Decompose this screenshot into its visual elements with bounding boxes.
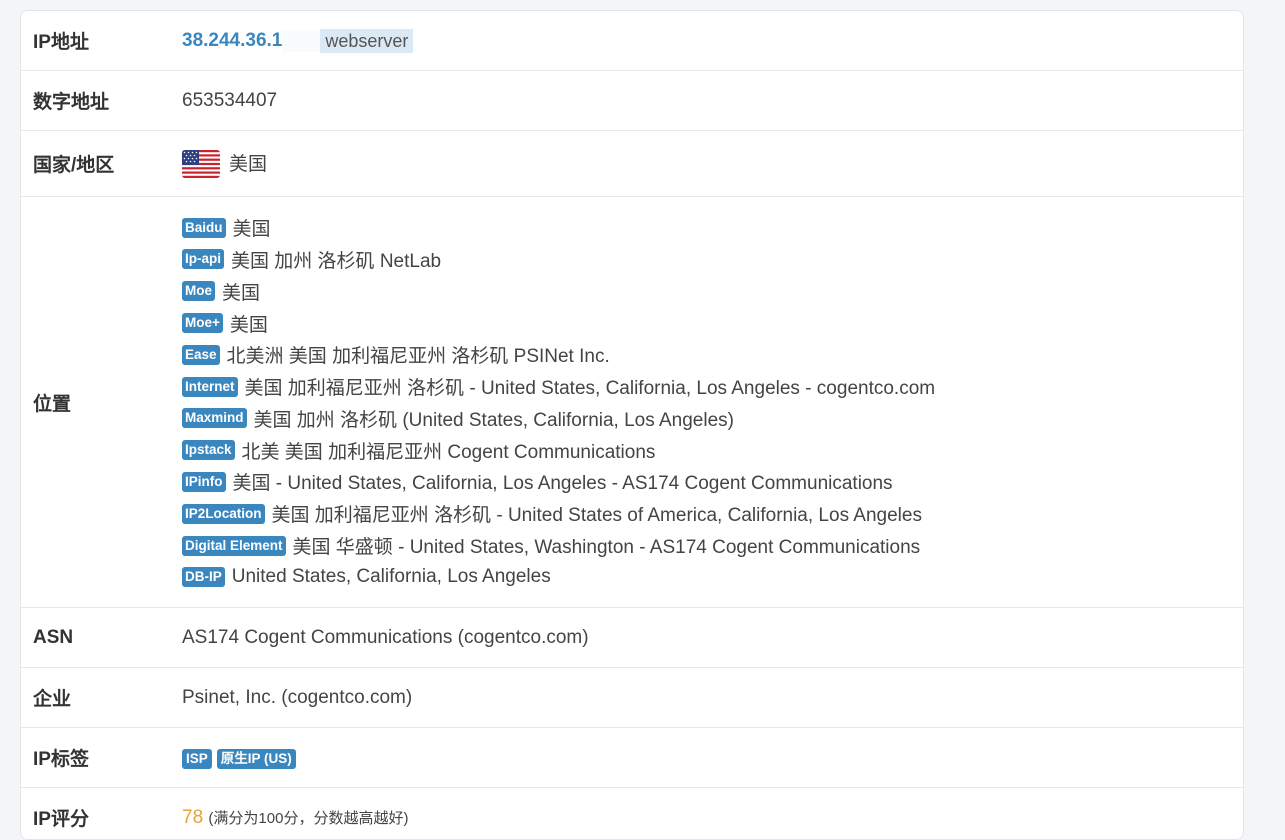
- ip-score-value: 78 (满分为100分，分数越高越好): [171, 788, 1243, 840]
- location-item-db-ip: DB-IP United States, California, Los Ange…: [182, 561, 1242, 593]
- location-text: 北美 美国 加利福尼亚州 Cogent Communications: [242, 437, 656, 464]
- location-text: 美国 - United States, California, Los Ange…: [233, 468, 893, 495]
- tag-badge-isp: ISP: [182, 749, 212, 769]
- location-text: 美国: [222, 278, 260, 305]
- location-text: 美国: [230, 310, 268, 337]
- source-badge-moe-plus: Moe+: [182, 313, 223, 333]
- location-list: Baidu 美国 Ip-api 美国 加州 洛杉矶 NetLab Moe 美国 Moe…: [171, 197, 1243, 608]
- source-badge-ipstack: Ipstack: [182, 440, 235, 460]
- score-number: 78: [182, 807, 203, 828]
- ip-info-table: IP地址 38.244.36.1 webserver 数字地址 653534407…: [21, 11, 1243, 840]
- location-text: 美国: [233, 214, 271, 241]
- ip-address-value: 38.244.36.1 webserver: [171, 11, 1243, 71]
- location-item-moe: Moe 美国: [182, 275, 1242, 307]
- organization-value: Psinet, Inc. (cogentco.com): [171, 668, 1243, 728]
- ip-info-card: IP地址 38.244.36.1 webserver 数字地址 653534407…: [20, 10, 1244, 840]
- asn-label: ASN: [21, 608, 171, 668]
- row-ip-score: IP评分 78 (满分为100分，分数越高越好): [21, 788, 1243, 840]
- country-value: 美国: [229, 154, 267, 175]
- row-location: 位置 Baidu 美国 Ip-api 美国 加州 洛杉矶 NetLab Moe 美国 …: [21, 197, 1243, 608]
- tag-badge-native-ip: 原生IP (US): [217, 749, 296, 769]
- row-asn: ASN AS174 Cogent Communications (cogentc…: [21, 608, 1243, 668]
- location-item-baidu: Baidu 美国: [182, 212, 1242, 244]
- location-text: 美国 加州 洛杉矶 NetLab: [231, 246, 441, 273]
- source-badge-ip2location: IP2Location: [182, 504, 265, 524]
- ip-tags-label: IP标签: [21, 728, 171, 788]
- location-item-internet: Internet 美国 加利福尼亚州 洛杉矶 - United States, C…: [182, 371, 1242, 403]
- location-item-ipinfo: IPinfo 美国 - United States, California, Lo…: [182, 466, 1242, 498]
- location-item-ipstack: Ipstack 北美 美国 加利福尼亚州 Cogent Communication…: [182, 434, 1242, 466]
- location-label: 位置: [21, 197, 171, 608]
- location-text: 美国 华盛顿 - United States, Washington - AS1…: [293, 532, 921, 559]
- row-ip-address: IP地址 38.244.36.1 webserver: [21, 11, 1243, 71]
- source-badge-maxmind: Maxmind: [182, 408, 247, 428]
- source-badge-ease: Ease: [182, 345, 220, 365]
- location-text: 美国 加利福尼亚州 洛杉矶 - United States of America…: [272, 500, 922, 527]
- location-text: 北美洲 美国 加利福尼亚州 洛杉矶 PSINet Inc.: [227, 341, 610, 368]
- ip-address-label: IP地址: [21, 11, 171, 71]
- source-badge-internet: Internet: [182, 377, 238, 397]
- location-item-digital-element: Digital Element 美国 华盛顿 - United States, W…: [182, 530, 1242, 562]
- score-note: (满分为100分，分数越高越好): [208, 810, 408, 827]
- source-badge-db-ip: DB-IP: [182, 567, 225, 587]
- ip-address-link[interactable]: 38.244.36.1: [182, 30, 282, 51]
- row-ip-tags: IP标签 ISP原生IP (US): [21, 728, 1243, 788]
- ip-score-label: IP评分: [21, 788, 171, 840]
- location-text: United States, California, Los Angeles: [232, 566, 551, 588]
- us-flag-icon: [182, 150, 220, 178]
- ip-redaction: [282, 30, 320, 52]
- organization-label: 企业: [21, 668, 171, 728]
- location-item-ease: Ease 北美洲 美国 加利福尼亚州 洛杉矶 PSINet Inc.: [182, 339, 1242, 371]
- source-badge-moe: Moe: [182, 281, 215, 301]
- source-badge-ip-api: Ip-api: [182, 249, 224, 269]
- source-badge-digital-element: Digital Element: [182, 536, 286, 556]
- location-text: 美国 加利福尼亚州 洛杉矶 - United States, Californi…: [245, 373, 936, 400]
- row-organization: 企业 Psinet, Inc. (cogentco.com): [21, 668, 1243, 728]
- location-item-moe-plus: Moe+ 美国: [182, 307, 1242, 339]
- ip-tags-value: ISP原生IP (US): [171, 728, 1243, 788]
- country-value-cell: 美国: [171, 131, 1243, 197]
- numeric-address-label: 数字地址: [21, 71, 171, 131]
- location-text: 美国 加州 洛杉矶 (United States, California, Lo…: [254, 405, 734, 432]
- source-badge-baidu: Baidu: [182, 218, 226, 238]
- row-country: 国家/地区: [21, 131, 1243, 197]
- location-item-ip2location: IP2Location 美国 加利福尼亚州 洛杉矶 - United States…: [182, 498, 1242, 530]
- country-label: 国家/地区: [21, 131, 171, 197]
- location-item-maxmind: Maxmind 美国 加州 洛杉矶 (United States, Califor…: [182, 403, 1242, 435]
- row-numeric-address: 数字地址 653534407: [21, 71, 1243, 131]
- numeric-address-value: 653534407: [171, 71, 1243, 131]
- asn-value: AS174 Cogent Communications (cogentco.co…: [171, 608, 1243, 668]
- source-badge-ipinfo: IPinfo: [182, 472, 226, 492]
- location-item-ip-api: Ip-api 美国 加州 洛杉矶 NetLab: [182, 244, 1242, 276]
- hostname-tag: webserver: [320, 29, 413, 53]
